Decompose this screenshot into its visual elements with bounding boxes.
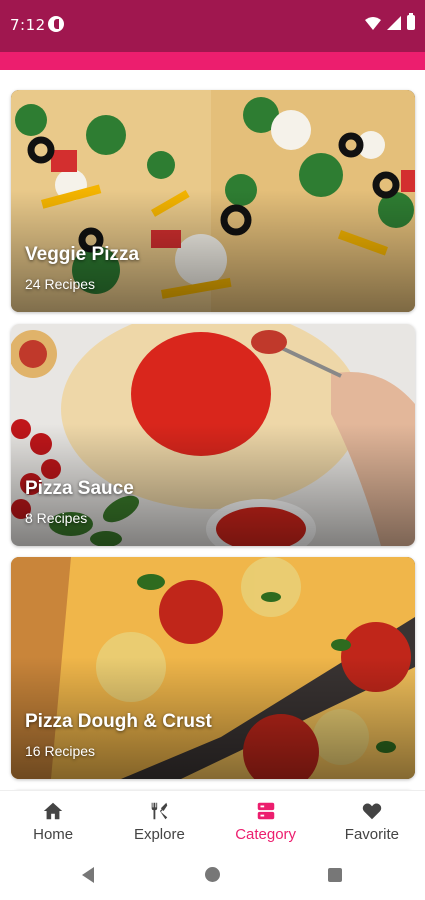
nav-home-label: Home [33,825,74,843]
wifi-icon [365,16,381,30]
status-icons [365,13,415,30]
nav-home[interactable]: Home [0,791,106,851]
system-navigation-bar [0,850,425,900]
status-time: 7:12 [10,16,46,34]
signal-icon [387,15,401,30]
recent-apps-icon[interactable] [328,868,342,882]
back-icon[interactable] [82,867,94,883]
home-circle-icon[interactable] [205,867,220,882]
card-recipe-count: 24 Recipes [25,276,96,292]
nav-explore-label: Explore [133,825,185,843]
card-title: Pizza Dough & Crust [25,711,212,732]
category-list[interactable]: Veggie Pizza 24 Recipes Pizza Sauce 8 Re… [0,70,425,790]
card-recipe-count: 8 Recipes [25,510,88,526]
category-icon [257,802,274,819]
nav-favorite[interactable]: Favorite [319,791,425,851]
heart-icon [362,802,382,819]
home-icon [43,802,63,819]
fork-knife-icon [152,802,168,819]
battery-icon [407,13,415,30]
nav-explore[interactable]: Explore [106,791,212,851]
category-card-pizza-dough-crust[interactable]: Pizza Dough & Crust 16 Recipes [11,557,415,779]
status-bar: 7:12 [0,0,425,52]
card-recipe-count: 16 Recipes [25,743,96,759]
nav-favorite-label: Favorite [344,825,399,843]
category-card-veggie-pizza[interactable]: Veggie Pizza 24 Recipes [11,90,415,312]
category-card-pizza-sauce[interactable]: Pizza Sauce 8 Recipes [11,324,415,546]
nav-category[interactable]: Category [213,791,319,851]
nav-category-label: Category [235,825,297,843]
card-title: Veggie Pizza [25,244,140,265]
app-bar [0,52,425,70]
app-notification-icon [48,16,64,32]
bottom-navigation: Home Explore Category Favorite [0,790,425,851]
card-title: Pizza Sauce [25,478,134,499]
